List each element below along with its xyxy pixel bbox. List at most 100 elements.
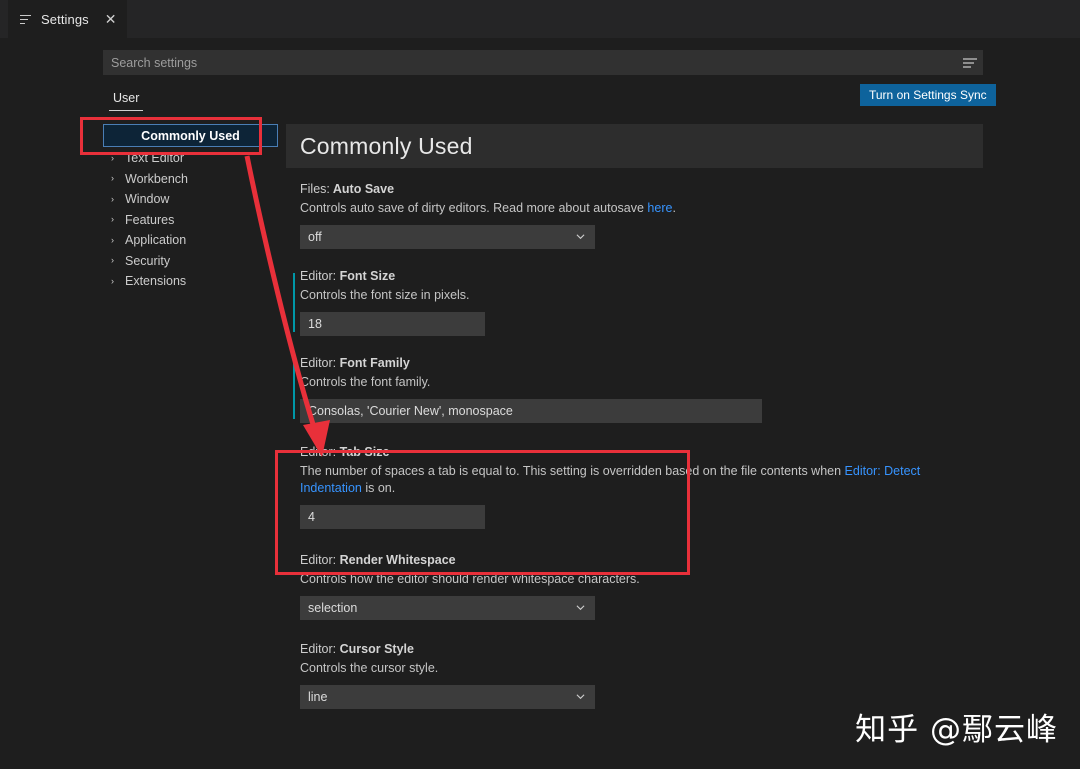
setting-input-font-family[interactable]: Consolas, 'Courier New', monospace <box>300 399 762 423</box>
sidebar-item-window[interactable]: › Window <box>103 189 278 210</box>
sidebar-item-label: Application <box>125 233 187 248</box>
editor-tab-settings[interactable]: Settings ✕ <box>8 0 127 38</box>
turn-on-settings-sync-button[interactable]: Turn on Settings Sync <box>860 84 996 106</box>
chevron-down-icon <box>576 605 585 611</box>
setting-select-value: selection <box>308 601 358 615</box>
sidebar-item-label: Extensions <box>125 274 187 289</box>
chevron-right-icon: › <box>111 193 114 204</box>
setting-description: The number of spaces a tab is equal to. … <box>300 463 968 497</box>
setting-input-tab-size[interactable]: 4 <box>300 505 485 529</box>
setting-scope: Editor: <box>300 642 337 656</box>
sidebar-item-text-editor[interactable]: › Text Editor <box>103 148 278 169</box>
desc-text-before: Controls the font size in pixels. <box>300 288 470 302</box>
watermark: 知乎 @鄢云峰 <box>855 712 1058 748</box>
chevron-right-icon: › <box>111 214 114 225</box>
title-bar: Settings ✕ <box>0 0 1080 38</box>
setting-description: Controls auto save of dirty editors. Rea… <box>300 200 968 217</box>
sidebar-item-label: Window <box>125 192 170 207</box>
settings-toc-tree: Commonly Used › Text Editor › Workbench › Wind… <box>103 124 278 292</box>
sidebar-item-label: Text Editor <box>125 151 185 166</box>
settings-list-icon <box>20 13 33 26</box>
chevron-down-icon <box>576 694 585 700</box>
setting-select-value: line <box>308 690 328 704</box>
setting-scope: Files: <box>300 182 330 196</box>
settings-scope-tabs: User <box>103 88 149 111</box>
section-header: Commonly Used <box>286 124 983 168</box>
settings-main-pane: Commonly Used Files: Auto Save Controls a… <box>286 124 983 769</box>
page-title: Commonly Used <box>300 132 473 159</box>
desc-text-after: is on. <box>361 481 396 495</box>
setting-input-font-size[interactable]: 18 <box>300 312 485 336</box>
search-settings-input[interactable]: Search settings <box>103 50 983 75</box>
setting-item-font-size: Editor: Font Size Controls the font size … <box>286 269 983 336</box>
setting-title: Files: Auto Save <box>300 182 983 196</box>
close-icon[interactable]: ✕ <box>105 12 117 26</box>
chevron-right-icon: › <box>111 234 114 245</box>
setting-title: Editor: Render Whitespace <box>300 553 983 567</box>
sidebar-item-label: Commonly Used <box>141 128 240 143</box>
chevron-right-icon: › <box>111 275 114 286</box>
setting-title: Editor: Cursor Style <box>300 642 983 656</box>
sidebar-item-label: Security <box>125 253 171 268</box>
setting-item-tab-size: Editor: Tab Size The number of spaces a t… <box>286 445 983 529</box>
setting-control: off <box>300 225 983 249</box>
sidebar-item-workbench[interactable]: › Workbench <box>103 169 278 190</box>
settings-list: Files: Auto Save Controls auto save of di… <box>286 182 983 709</box>
tab-user[interactable]: User <box>103 88 149 111</box>
modified-indicator <box>293 360 295 419</box>
setting-control: 4 <box>300 505 983 529</box>
editor-tab-label: Settings <box>41 11 89 27</box>
setting-select-value: off <box>308 230 322 244</box>
setting-scope: Editor: <box>300 356 337 370</box>
desc-text-before: Controls how the editor should render wh… <box>300 572 640 586</box>
sidebar-item-label: Workbench <box>125 171 188 186</box>
setting-control: 18 <box>300 312 983 336</box>
setting-description: Controls the font size in pixels. <box>300 287 968 304</box>
filter-icon[interactable] <box>957 50 983 75</box>
setting-name: Tab Size <box>339 445 390 459</box>
desc-text-after: . <box>672 201 676 215</box>
sidebar-item-features[interactable]: › Features <box>103 210 278 231</box>
setting-title: Editor: Font Family <box>300 356 983 370</box>
chevron-right-icon: › <box>111 173 114 184</box>
setting-name: Render Whitespace <box>339 553 456 567</box>
setting-scope: Editor: <box>300 445 337 459</box>
setting-name: Font Size <box>339 269 396 283</box>
chevron-right-icon: › <box>111 255 114 266</box>
setting-description: Controls how the editor should render wh… <box>300 571 968 588</box>
desc-text-before: Controls the font family. <box>300 375 431 389</box>
sidebar-item-security[interactable]: › Security <box>103 251 278 272</box>
chevron-right-icon: › <box>111 152 114 163</box>
setting-select-render-whitespace[interactable]: selection <box>300 596 595 620</box>
chevron-down-icon <box>576 234 585 240</box>
setting-title: Editor: Tab Size <box>300 445 983 459</box>
setting-scope: Editor: <box>300 269 337 283</box>
setting-name: Font Family <box>339 356 410 370</box>
setting-control: selection <box>300 596 983 620</box>
setting-name: Auto Save <box>332 182 395 196</box>
setting-item-render-whitespace: Editor: Render Whitespace Controls how th… <box>286 553 983 620</box>
setting-item-cursor-style: Editor: Cursor Style Controls the cursor … <box>286 642 983 709</box>
setting-scope: Editor: <box>300 553 337 567</box>
setting-select-auto-save[interactable]: off <box>300 225 595 249</box>
setting-input-value: 18 <box>308 317 322 331</box>
desc-text-before: Controls the cursor style. <box>300 661 439 675</box>
setting-select-cursor-style[interactable]: line <box>300 685 595 709</box>
setting-control: Consolas, 'Courier New', monospace <box>300 399 983 423</box>
setting-name: Cursor Style <box>339 642 414 656</box>
setting-title: Editor: Font Size <box>300 269 983 283</box>
desc-text-before: Controls auto save of dirty editors. Rea… <box>300 201 648 215</box>
setting-description: Controls the font family. <box>300 374 968 391</box>
modified-indicator <box>293 273 295 332</box>
sidebar-item-application[interactable]: › Application <box>103 230 278 251</box>
setting-link[interactable]: here <box>647 201 672 215</box>
setting-description: Controls the cursor style. <box>300 660 968 677</box>
desc-text-before: The number of spaces a tab is equal to. … <box>300 464 845 478</box>
sidebar-item-commonly-used[interactable]: Commonly Used <box>103 124 278 147</box>
search-input-placeholder: Search settings <box>111 55 198 70</box>
setting-input-value: Consolas, 'Courier New', monospace <box>308 404 513 418</box>
sidebar-item-label: Features <box>125 212 175 227</box>
sidebar-item-extensions[interactable]: › Extensions <box>103 271 278 292</box>
setting-input-value: 4 <box>308 510 315 524</box>
setting-item-auto-save: Files: Auto Save Controls auto save of di… <box>286 182 983 249</box>
